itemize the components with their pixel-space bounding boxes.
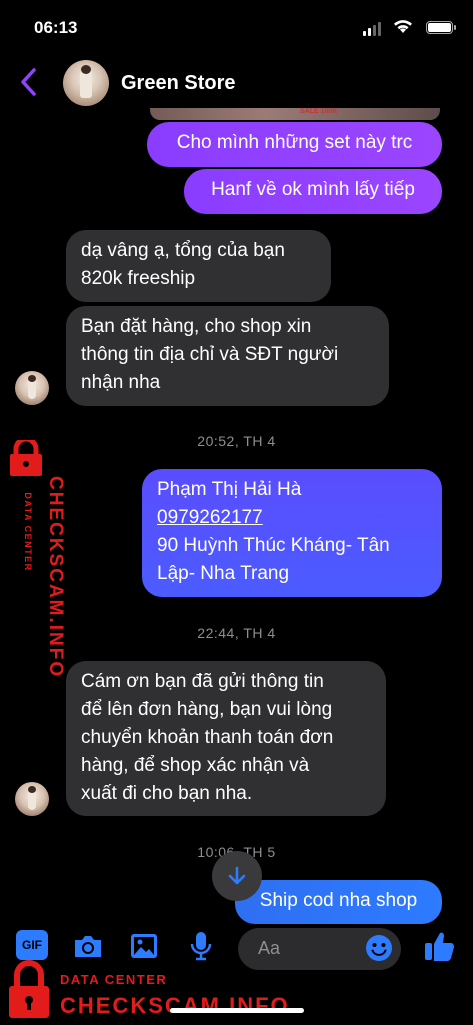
shared-photo-label: SALE 100K [300, 108, 338, 115]
contact-name[interactable]: Green Store [121, 72, 235, 95]
incoming-message[interactable]: dạ vâng ạ, tổng của bạn 820k freeship [66, 230, 331, 302]
outgoing-message[interactable]: Hanf về ok mình lấy tiếp [184, 169, 442, 214]
scroll-down-button[interactable] [212, 851, 262, 901]
camera-icon[interactable] [72, 932, 104, 965]
message-line: Cám ơn bạn đã gửi thông tin [81, 671, 324, 692]
message-line: hàng, để shop xác nhận và [81, 755, 310, 776]
message-line: chuyển khoản thanh toán đơn [81, 727, 334, 748]
message-text: Ship cod nha shop [259, 890, 418, 911]
microphone-icon[interactable] [189, 930, 213, 967]
sender-avatar[interactable] [15, 371, 49, 405]
cellular-signal-icon [363, 22, 381, 36]
message-text: Hanf về ok mình lấy tiếp [211, 179, 415, 200]
message-line: 90 Huỳnh Thúc Kháng- Tân [157, 535, 390, 556]
timestamp: 22:44, TH 4 [197, 625, 276, 641]
message-line: Bạn đặt hàng, cho shop xin [81, 316, 312, 337]
message-line: thông tin địa chỉ và SĐT người [81, 344, 339, 365]
watermark-label-vertical: DATA CENTER [23, 492, 33, 572]
outgoing-message[interactable]: Cho mình những set này trc [147, 122, 442, 167]
wifi-icon [393, 19, 413, 39]
incoming-message[interactable]: Cám ơn bạn đã gửi thông tin để lên đơn h… [66, 661, 386, 816]
emoji-icon[interactable] [364, 933, 394, 968]
message-line: xuất đi cho bạn nha. [81, 783, 253, 804]
incoming-message[interactable]: Bạn đặt hàng, cho shop xin thông tin địa… [66, 306, 389, 406]
thumbs-up-icon[interactable] [423, 929, 455, 968]
status-time: 06:13 [34, 18, 78, 37]
shared-photo-thumbnail[interactable] [150, 108, 440, 120]
message-line: Lập- Nha Trang [157, 563, 290, 584]
gif-label: GIF [22, 938, 42, 952]
lock-icon [4, 436, 48, 481]
scroll-down-icon [228, 866, 246, 885]
message-input-placeholder: Aa [258, 938, 281, 958]
message-line: để lên đơn hàng, bạn vui lòng [81, 699, 333, 720]
phone-number-link[interactable]: 0979262177 [157, 504, 427, 532]
message-line: nhận nha [81, 372, 161, 393]
sender-avatar[interactable] [15, 782, 49, 816]
back-chevron-icon[interactable] [18, 66, 40, 103]
timestamp: 20:52, TH 4 [197, 433, 276, 449]
contact-avatar[interactable] [63, 60, 109, 106]
message-line: Phạm Thị Hải Hà [157, 479, 302, 500]
watermark-brand-bottom: CHECKSCAM.INFO [60, 993, 290, 1018]
message-text: Cho mình những set này trc [176, 132, 413, 153]
battery-icon [426, 21, 456, 34]
image-icon[interactable] [129, 932, 159, 965]
watermark-label-bottom: DATA CENTER [60, 972, 168, 987]
outgoing-message[interactable]: Phạm Thị Hải Hà 0979262177 90 Huỳnh Thúc… [142, 469, 442, 597]
message-line: dạ vâng ạ, tổng của bạn [81, 240, 285, 261]
watermark-brand-vertical: CHECKSCAM.INFO [45, 476, 66, 679]
home-indicator [170, 1008, 304, 1013]
lock-icon [6, 960, 52, 1025]
outgoing-message[interactable]: Ship cod nha shop [235, 880, 442, 924]
gif-button[interactable]: GIF [16, 930, 48, 960]
message-line: 820k freeship [81, 268, 196, 289]
